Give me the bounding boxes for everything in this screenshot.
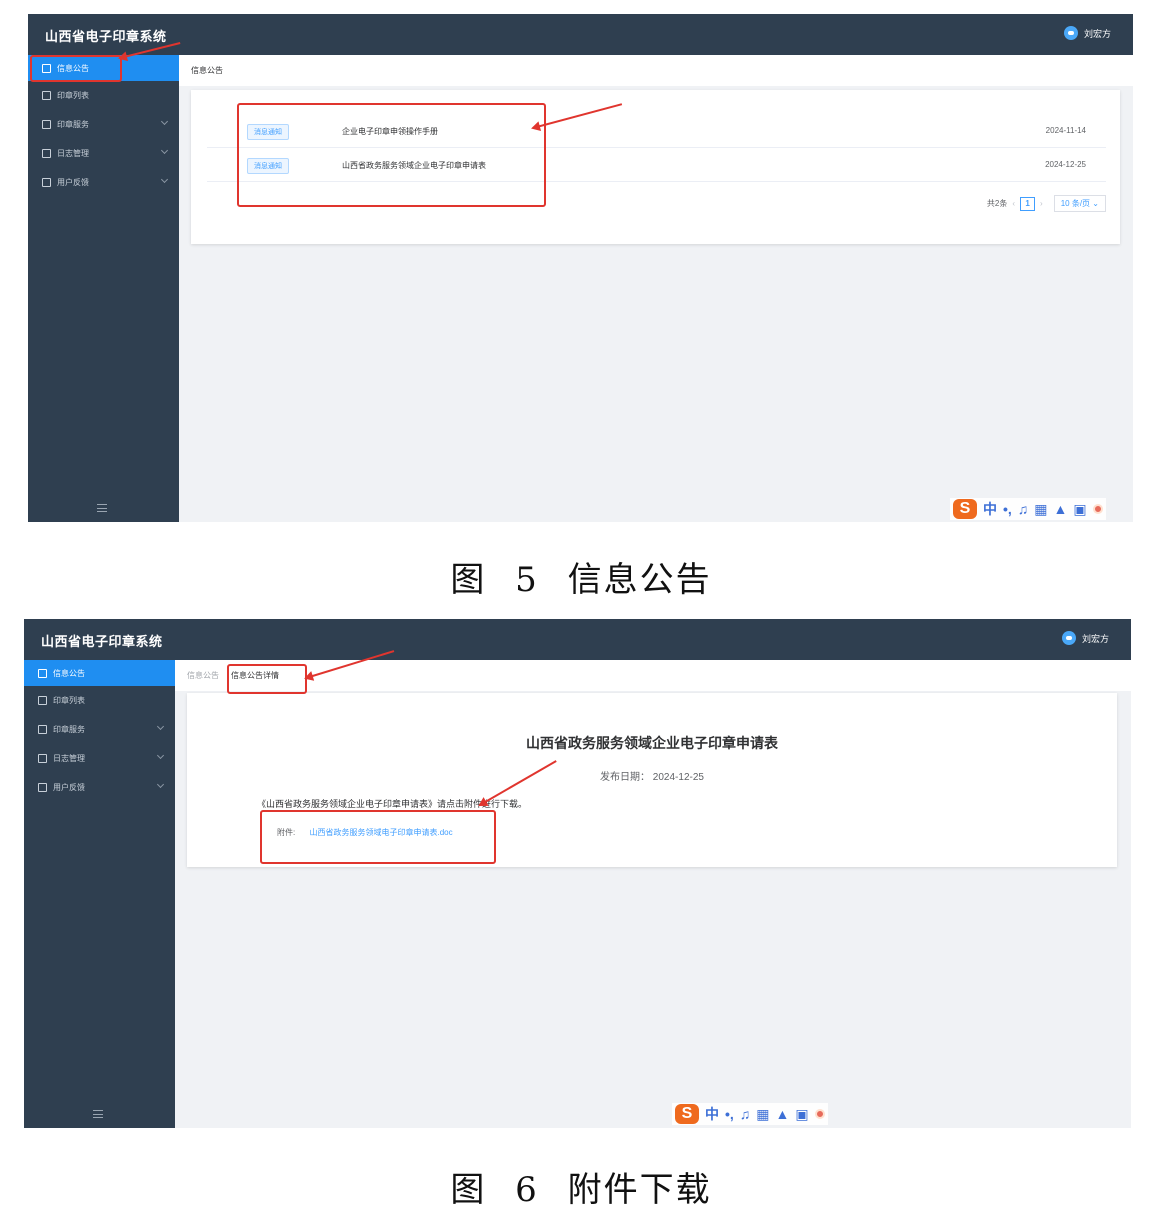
chevron-down-icon [160,175,169,184]
top-bar: 山西省电子印章系统 刘宏方 [24,619,1131,660]
sidebar-item-label: 日志管理 [57,149,89,158]
page-number-button[interactable]: 1 [1020,196,1036,211]
sidebar: 信息公告 印章列表 印章服务 日志管理 用户反馈 [24,660,175,1128]
page-size-select[interactable]: 10 条/页 ⌄ [1053,195,1106,212]
chevron-down-icon [160,117,169,126]
log-icon [38,754,47,763]
user-avatar-icon [1061,631,1076,645]
user-icon [42,91,51,100]
sidebar-item-label: 日志管理 [53,754,85,763]
skin-icon: ▲ [1053,501,1068,517]
user-icon [38,696,47,705]
next-page-button[interactable]: › [1040,199,1043,208]
notice-title: 山西省政务服务领域企业电子印章申请表 [526,735,778,751]
prev-page-button[interactable]: ‹ [1012,199,1015,208]
sidebar-item-seal-service[interactable]: 印章服务 [24,715,175,744]
pagination-total: 共2条 [986,199,1008,208]
ime-toolbar[interactable]: S 中 •, ♫ ▦ ▲ ▣ [672,1103,828,1125]
ime-toolbar[interactable]: S 中 •, ♫ ▦ ▲ ▣ [950,498,1106,520]
user-avatar-icon [1063,26,1078,40]
punctuation-icon: •, [1003,501,1012,517]
app-title: 山西省电子印章系统 [45,29,167,44]
skin-icon: ▲ [775,1106,790,1122]
notice-icon [38,668,47,678]
sidebar-item-log-management[interactable]: 日志管理 [24,744,175,773]
microphone-icon: ♫ [739,1106,751,1122]
notice-date: 2024-12-25 [1045,160,1086,169]
sidebar-item-label: 信息公告 [53,668,85,678]
edit-icon [38,783,47,792]
screenshot-info-notice: 山西省电子印章系统 刘宏方 信息公告 印章列表 印章服务 日志管理 用户反馈 信… [28,14,1133,522]
edit-icon [42,178,51,187]
publish-date: 发布日期： 2024-12-25 [600,772,704,783]
chevron-down-icon [156,722,165,731]
app-title: 山西省电子印章系统 [41,634,163,649]
chevron-down-icon [156,751,165,760]
sidebar-item-label: 印章列表 [57,91,89,100]
breadcrumb: 信息公告 [179,55,1133,86]
chevron-down-icon [156,780,165,789]
user-menu[interactable]: 刘宏方 [1063,26,1111,40]
highlight-box [227,664,307,694]
pagination: 共2条 ‹ 1 › 10 条/页 ⌄ [987,195,1106,212]
notice-date: 2024-11-14 [1045,126,1086,135]
figure-caption: 图 6 附件下载 [450,1170,712,1210]
sidebar: 信息公告 印章列表 印章服务 日志管理 用户反馈 [28,55,179,522]
emoji-icon [1092,504,1103,514]
keyboard-icon: ▦ [756,1105,770,1122]
user-menu[interactable]: 刘宏方 [1061,631,1109,645]
emoji-icon [814,1109,825,1119]
ime-language: 中 [983,501,997,517]
highlight-box [237,103,546,207]
sidebar-item-label: 印章服务 [57,120,89,129]
user-icon [38,725,47,734]
user-name: 刘宏方 [1081,633,1109,644]
sidebar-item-info-notice[interactable]: 信息公告 [24,660,175,686]
microphone-icon: ♫ [1017,501,1029,517]
sidebar-item-log-management[interactable]: 日志管理 [28,139,179,168]
page-size-value: 10 条/页 [1060,199,1091,208]
tab-info-notice[interactable]: 信息公告 [187,667,225,684]
sidebar-item-seal-service[interactable]: 印章服务 [28,110,179,139]
sidebar-item-label: 印章列表 [53,696,85,705]
apps-icon: ▣ [795,1105,809,1122]
sidebar-item-seal-list[interactable]: 印章列表 [28,81,179,110]
apps-icon: ▣ [1073,500,1087,517]
keyboard-icon: ▦ [1034,500,1048,517]
highlight-box [30,55,122,82]
screenshot-attachment-download: 山西省电子印章系统 刘宏方 信息公告 印章列表 印章服务 日志管理 用户反馈 信… [24,619,1131,1128]
menu-collapse-icon[interactable] [97,504,107,512]
sidebar-item-user-feedback[interactable]: 用户反馈 [24,773,175,802]
sogou-logo-icon: S [675,1104,699,1124]
top-bar: 山西省电子印章系统 刘宏方 [28,14,1133,55]
log-icon [42,149,51,158]
highlight-box [260,810,496,864]
user-name: 刘宏方 [1083,28,1111,39]
figure-caption: 图 5 信息公告 [450,560,712,600]
breadcrumb: 信息公告 信息公告详情 [175,660,1131,691]
tab-info-notice[interactable]: 信息公告 [191,62,229,79]
sidebar-item-label: 用户反馈 [53,783,85,792]
sidebar-item-label: 用户反馈 [57,178,89,187]
sidebar-item-seal-list[interactable]: 印章列表 [24,686,175,715]
punctuation-icon: •, [725,1106,734,1122]
user-icon [42,120,51,129]
sidebar-item-label: 印章服务 [53,725,85,734]
ime-language: 中 [705,1106,719,1122]
sidebar-item-user-feedback[interactable]: 用户反馈 [28,168,179,197]
menu-collapse-icon[interactable] [93,1110,103,1118]
chevron-down-icon [160,146,169,155]
sogou-logo-icon: S [953,499,977,519]
